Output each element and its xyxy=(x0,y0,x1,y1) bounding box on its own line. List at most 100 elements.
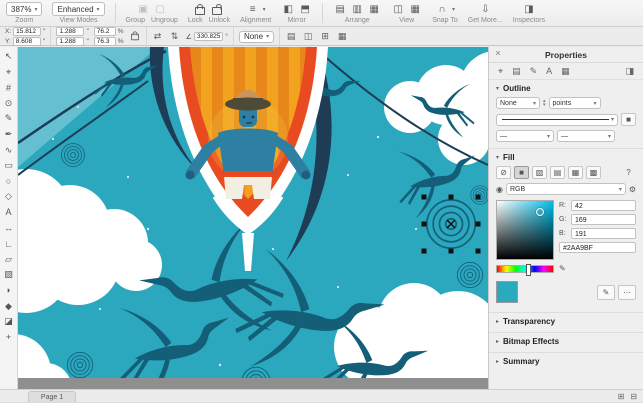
tab-edit[interactable]: ✎ xyxy=(530,66,538,77)
lock-ratio-button[interactable] xyxy=(129,30,141,43)
swap-vertical-button[interactable]: ⇅ xyxy=(169,31,181,43)
view-mode-combo[interactable]: Enhanced ▾ xyxy=(52,2,105,16)
tool-curve[interactable]: ∿ xyxy=(2,144,16,157)
view-button-1[interactable]: ◫ xyxy=(391,3,405,16)
snap-button[interactable]: ∩ xyxy=(435,3,449,16)
swatch-options-button[interactable]: ⋯ xyxy=(618,284,636,300)
tool-ellipse[interactable]: ○ xyxy=(2,175,16,188)
arrow-start-select[interactable]: — ▾ xyxy=(496,130,554,142)
color-field[interactable] xyxy=(496,200,554,260)
tab-panel-options[interactable]: ◨ xyxy=(625,66,634,77)
transparency-section-header[interactable]: ▸ Transparency xyxy=(489,313,643,328)
arrange-button-1[interactable]: ▤ xyxy=(333,3,347,16)
ungroup-button[interactable]: ▢ xyxy=(153,3,167,16)
tab-object[interactable]: ⌖ xyxy=(498,66,503,77)
scale-width-field[interactable]: 76.2 xyxy=(93,27,116,36)
view-button-2[interactable]: ▦ xyxy=(408,3,422,16)
tool-polygon[interactable]: ◇ xyxy=(2,190,16,203)
property-bar-button-1[interactable]: ▤ xyxy=(285,31,297,43)
close-icon[interactable]: × xyxy=(493,48,503,58)
gear-icon[interactable]: ⚙ xyxy=(629,185,636,194)
b-field[interactable]: 191 xyxy=(571,228,636,239)
outline-width-select[interactable]: None ▾ xyxy=(496,97,540,109)
scale-height-field[interactable]: 76.3 xyxy=(93,37,116,46)
alignment-button[interactable]: ≡ xyxy=(246,3,260,16)
tool-add[interactable]: + xyxy=(2,331,16,344)
tool-drop-shadow[interactable]: ▱ xyxy=(2,253,16,266)
mirror-horizontal-button[interactable]: ◧ xyxy=(281,3,295,16)
tool-pick[interactable]: ↖ xyxy=(2,50,16,63)
height-field[interactable]: 1.288 xyxy=(56,37,85,46)
fill-help-button[interactable]: ? xyxy=(621,166,636,179)
tool-crop[interactable]: # xyxy=(2,81,16,94)
tool-transparency[interactable]: ▨ xyxy=(2,268,16,281)
page-tab[interactable]: Page 1 xyxy=(28,391,76,402)
tool-eyedropper[interactable]: ◗ xyxy=(2,284,16,297)
fill-pattern-button[interactable]: ▤ xyxy=(550,166,565,179)
lock-button[interactable] xyxy=(193,3,207,16)
tool-dimension[interactable]: ↔ xyxy=(2,222,16,235)
get-more-button[interactable]: ⇩ xyxy=(478,3,492,16)
group-button[interactable]: ▣ xyxy=(136,3,150,16)
arrange-button-3[interactable]: ▦ xyxy=(367,3,381,16)
summary-section-header[interactable]: ▸ Summary xyxy=(489,353,643,368)
hue-slider[interactable] xyxy=(496,263,554,276)
drawing-canvas[interactable] xyxy=(18,47,488,390)
width-field[interactable]: 1.288 xyxy=(56,27,85,36)
mirror-vertical-button[interactable]: ⬒ xyxy=(298,3,312,16)
property-bar-button-2[interactable]: ◫ xyxy=(302,31,314,43)
color-model-select[interactable]: RGB ▾ xyxy=(505,183,626,195)
outline-width-combo[interactable]: None ▾ xyxy=(238,30,275,43)
tool-shape-edit[interactable]: ⌖ xyxy=(2,66,16,79)
tab-text[interactable]: A xyxy=(546,66,552,76)
tool-outline-pen[interactable]: ◆ xyxy=(2,300,16,313)
fill-bitmap-button[interactable]: ▦ xyxy=(568,166,583,179)
fill-uniform-button[interactable]: ■ xyxy=(514,166,529,179)
panel-tabs: ⌖ ▤ ✎ A ▦ ◨ xyxy=(489,63,643,80)
status-button-1[interactable]: ⊞ xyxy=(618,392,625,401)
swatch-eyedropper-button[interactable]: ✎ xyxy=(597,284,615,300)
fill-none-button[interactable]: ⊘ xyxy=(496,166,511,179)
g-field[interactable]: 169 xyxy=(571,214,636,225)
view-mode-control[interactable]: Enhanced ▾ View Modes xyxy=(52,2,105,24)
outline-width-stepper[interactable]: ▴ ▾ xyxy=(543,99,546,108)
tool-fill[interactable]: ◪ xyxy=(2,315,16,328)
unlock-button[interactable] xyxy=(210,3,224,16)
tool-text[interactable]: A xyxy=(2,206,16,219)
arrow-end-select[interactable]: — ▾ xyxy=(557,130,615,142)
toolbar-separator xyxy=(145,27,147,47)
swap-horizontal-button[interactable]: ⇄ xyxy=(152,31,164,43)
outline-section-header[interactable]: ▾ Outline xyxy=(489,80,643,95)
tool-zoom[interactable]: ⊙ xyxy=(2,97,16,110)
current-fill-swatch[interactable] xyxy=(496,281,518,303)
x-position-field[interactable]: 15.812 xyxy=(13,27,42,36)
tab-layout[interactable]: ▤ xyxy=(512,66,521,77)
r-field[interactable]: 42 xyxy=(571,200,636,211)
fill-section-header[interactable]: ▾ Fill xyxy=(489,149,643,164)
hue-slider-marker[interactable] xyxy=(526,263,532,276)
tab-grid[interactable]: ▦ xyxy=(561,66,570,77)
zoom-control[interactable]: 387% ▾ Zoom xyxy=(6,2,43,24)
y-position-field[interactable]: 8.608 xyxy=(12,37,41,46)
artwork[interactable] xyxy=(18,47,488,378)
outline-settings-button[interactable]: ■ xyxy=(621,113,636,126)
hex-field[interactable]: #2AA9BF xyxy=(559,242,636,253)
arrange-button-2[interactable]: ▥ xyxy=(350,3,364,16)
tool-connector[interactable]: ∟ xyxy=(2,237,16,250)
zoom-combo[interactable]: 387% ▾ xyxy=(6,2,43,16)
property-bar-button-4[interactable]: ▦ xyxy=(336,31,348,43)
bitmap-effects-section-header[interactable]: ▸ Bitmap Effects xyxy=(489,333,643,348)
fill-fountain-button[interactable]: ▧ xyxy=(532,166,547,179)
rotation-angle-field[interactable]: 330.825 xyxy=(193,32,224,41)
color-field-marker[interactable] xyxy=(536,208,544,216)
fill-texture-button[interactable]: ▩ xyxy=(586,166,601,179)
line-style-select[interactable]: ▾ xyxy=(496,113,618,126)
tool-freehand[interactable]: ✎ xyxy=(2,112,16,125)
status-button-2[interactable]: ⊟ xyxy=(630,392,637,401)
property-bar-button-3[interactable]: ⊞ xyxy=(319,31,331,43)
tool-artistic-media[interactable]: ✒ xyxy=(2,128,16,141)
inspectors-button[interactable]: ◨ xyxy=(522,3,536,16)
outline-units-select[interactable]: points ▾ xyxy=(548,97,601,109)
tool-rectangle[interactable]: ▭ xyxy=(2,159,16,172)
eyedropper-icon[interactable]: ✎ xyxy=(559,264,566,273)
